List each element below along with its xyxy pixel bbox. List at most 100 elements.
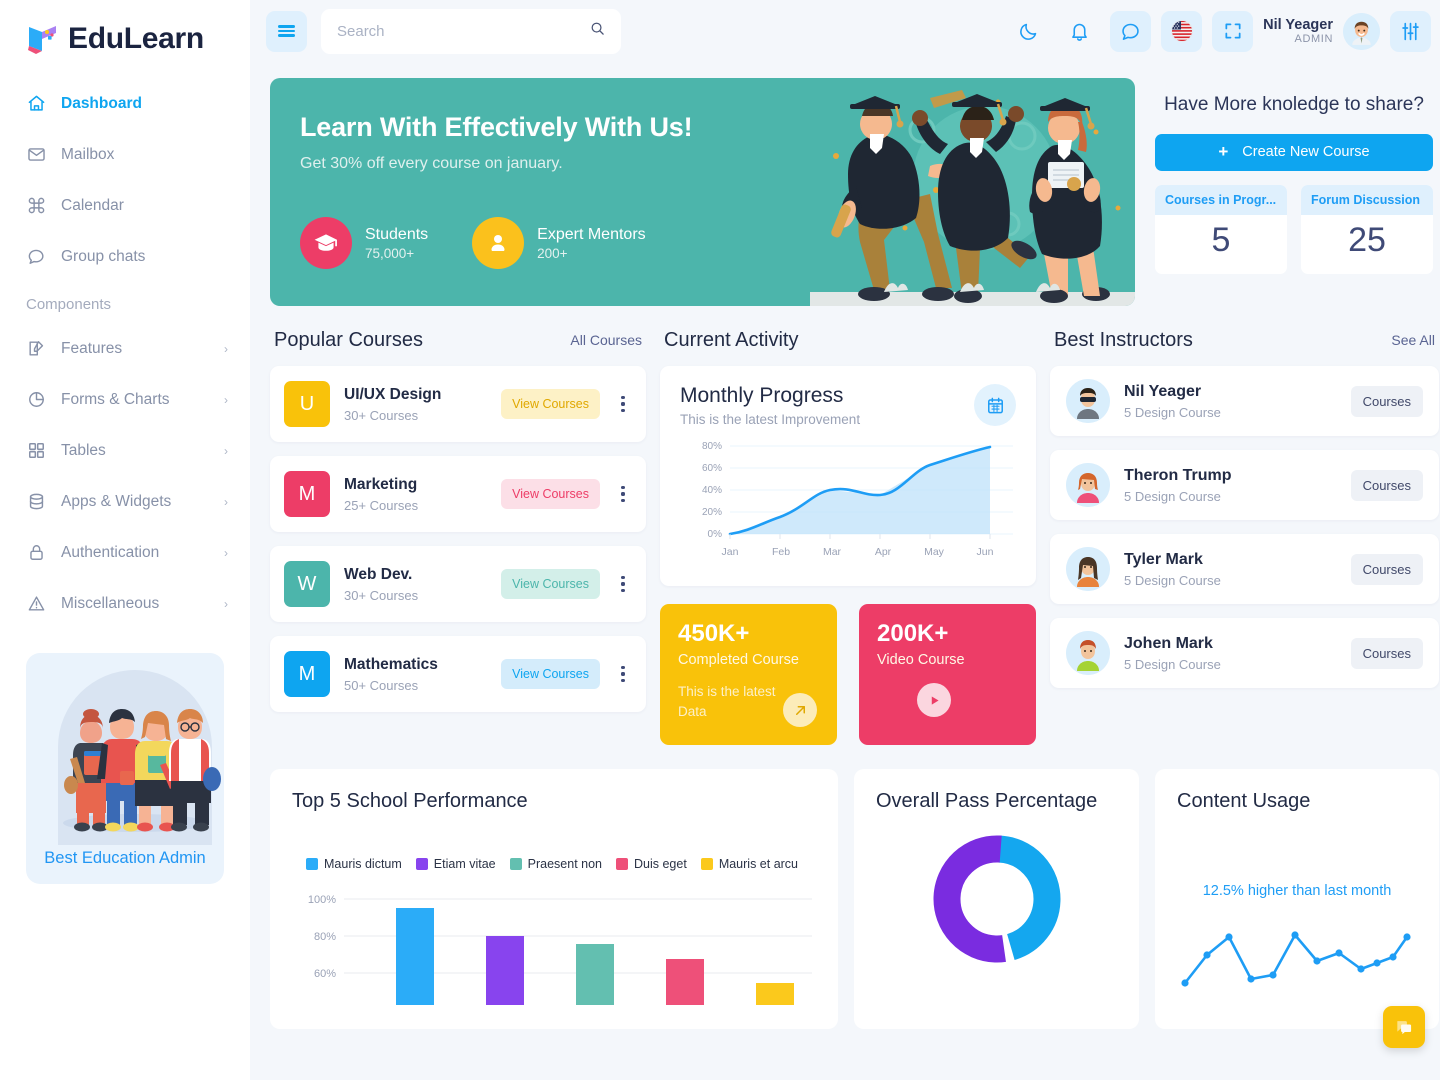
sidebar-item-mailbox[interactable]: Mailbox [0, 129, 250, 180]
popular-courses-header: Popular Courses All Courses [270, 328, 646, 366]
course-row[interactable]: M Marketing 25+ Courses View Courses [270, 456, 646, 532]
kpi-panel: Have More knoledge to share? + Create Ne… [1149, 78, 1439, 306]
topbar-actions: Nil Yeager ADMIN [1008, 10, 1439, 52]
kpi-card-forum-discussion[interactable]: Forum Discussion 25 [1301, 184, 1433, 274]
course-count: 30+ Courses [344, 587, 419, 603]
instructor-row[interactable]: Johen Mark 5 Design Course Courses [1050, 618, 1439, 688]
sidebar-item-label: Mailbox [61, 145, 115, 163]
more-options-icon[interactable] [614, 486, 632, 502]
search-icon[interactable] [590, 21, 605, 41]
sidebar-item-label: Features [61, 339, 123, 357]
mini-stat-completed-course[interactable]: 450K+ Completed Course This is the lates… [660, 604, 837, 745]
user-role: ADMIN [1294, 33, 1333, 46]
brand[interactable]: EduLearn [0, 0, 250, 62]
create-new-course-label: Create New Course [1242, 144, 1370, 161]
instructor-name: Tyler Mark [1124, 550, 1203, 568]
instructor-name: Johen Mark [1124, 634, 1213, 652]
mini-stat-video-course[interactable]: 200K+ Video Course [859, 604, 1036, 745]
legend-swatch [616, 858, 628, 870]
sidebar-item-forms-charts[interactable]: Forms & Charts › [0, 374, 250, 425]
sidebar-nav: Dashboard Mailbox Calendar Group chats C… [0, 62, 250, 629]
sidebar-item-label: Miscellaneous [61, 594, 160, 612]
courses-button[interactable]: Courses [1350, 637, 1423, 669]
create-new-course-button[interactable]: + Create New Course [1155, 133, 1433, 171]
legend-item[interactable]: Duis eget [616, 857, 687, 871]
language-flag-us-icon[interactable] [1161, 10, 1203, 52]
sidebar-item-calendar[interactable]: Calendar [0, 180, 250, 231]
instructor-courses: 5 Design Course [1124, 656, 1221, 672]
grid-icon [26, 441, 46, 461]
legend-label: Etiam vitae [433, 857, 496, 871]
mini-stat-value: 200K+ [877, 620, 949, 647]
hero-row: Learn With Effectively With Us! Get 30% … [270, 78, 1439, 306]
view-courses-button[interactable]: View Courses [501, 479, 600, 509]
legend-item[interactable]: Praesent non [509, 857, 602, 871]
chevron-right-icon: › [224, 443, 228, 458]
kpi-card-courses-in-progress[interactable]: Courses in Progr... 5 [1155, 184, 1287, 274]
instructor-row[interactable]: Nil Yeager 5 Design Course Courses [1050, 366, 1439, 436]
search-box[interactable] [321, 8, 621, 54]
sidebar-item-tables[interactable]: Tables › [0, 425, 250, 476]
svg-text:Jun: Jun [977, 546, 994, 558]
chat-support-icon[interactable] [1383, 1006, 1425, 1048]
see-all-link[interactable]: See All [1391, 332, 1435, 348]
sidebar-item-label: Dashboard [61, 94, 142, 112]
sidebar-section-components: Components [26, 296, 112, 313]
course-row[interactable]: U UI/UX Design 30+ Courses View Courses [270, 366, 646, 442]
search-input[interactable] [337, 22, 590, 40]
avatar[interactable] [1343, 12, 1380, 50]
courses-button[interactable]: Courses [1350, 385, 1423, 417]
legend-label: Mauris et arcu [718, 857, 799, 871]
content-usage-chart [1177, 913, 1417, 998]
legend-item[interactable]: Etiam vitae [415, 857, 496, 871]
course-row[interactable]: M Mathematics 50+ Courses View Courses [270, 636, 646, 712]
calendar-icon[interactable] [974, 384, 1016, 426]
legend-item[interactable]: Mauris dictum [306, 857, 402, 871]
course-badge: W [284, 561, 330, 607]
more-options-icon[interactable] [614, 576, 632, 592]
sidebar-item-apps-widgets[interactable]: Apps & Widgets › [0, 476, 250, 527]
instructor-name: Nil Yeager [1124, 382, 1202, 400]
courses-button[interactable]: Courses [1350, 469, 1423, 501]
sidebar-item-group-chats[interactable]: Group chats [0, 231, 250, 282]
instructor-row[interactable]: Tyler Mark 5 Design Course Courses [1050, 534, 1439, 604]
fullscreen-icon[interactable] [1212, 10, 1254, 52]
main-area: Nil Yeager ADMIN [250, 0, 1440, 1080]
view-courses-button[interactable]: View Courses [501, 569, 600, 599]
dark-mode-moon-icon[interactable] [1008, 11, 1049, 52]
more-options-icon[interactable] [614, 666, 632, 682]
message-chat-icon[interactable] [1110, 10, 1152, 52]
play-icon[interactable] [917, 683, 951, 717]
kpi-card-caption: Forum Discussion [1301, 184, 1433, 215]
hero-stat-label: Students [365, 225, 429, 243]
sidebar-item-authentication[interactable]: Authentication › [0, 527, 250, 578]
arrow-up-right-icon[interactable] [783, 693, 817, 727]
instructor-row[interactable]: Theron Trump 5 Design Course Courses [1050, 450, 1439, 520]
user-profile[interactable]: Nil Yeager ADMIN [1263, 12, 1380, 50]
svg-text:100%: 100% [308, 894, 336, 906]
course-row[interactable]: W Web Dev. 30+ Courses View Courses [270, 546, 646, 622]
kpi-cards: Courses in Progr... 5 Forum Discussion 2… [1155, 184, 1433, 274]
user-name: Nil Yeager [1263, 16, 1333, 33]
sidebar-item-dashboard[interactable]: Dashboard [0, 78, 250, 129]
chevron-right-icon: › [224, 494, 228, 509]
sidebar-item-features[interactable]: Features › [0, 323, 250, 374]
monthly-progress-header: Monthly Progress This is the latest Impr… [680, 384, 1016, 427]
sidebar-item-miscellaneous[interactable]: Miscellaneous › [0, 578, 250, 629]
svg-text:May: May [924, 546, 945, 558]
notification-bell-icon[interactable] [1059, 11, 1100, 52]
view-courses-button[interactable]: View Courses [501, 389, 600, 419]
sliders-settings-icon[interactable] [1390, 10, 1431, 52]
sidebar-item-label: Forms & Charts [61, 390, 170, 408]
current-activity-column: Current Activity Monthly Progress This i… [660, 328, 1036, 745]
mini-stat-label: Completed Course [678, 652, 799, 668]
legend-item[interactable]: Mauris et arcu [700, 857, 799, 871]
courses-button[interactable]: Courses [1350, 553, 1423, 585]
more-options-icon[interactable] [614, 396, 632, 412]
view-courses-button[interactable]: View Courses [501, 659, 600, 689]
course-name: UI/UX Design [344, 385, 442, 403]
hamburger-menu-icon[interactable] [266, 10, 307, 52]
instructor-courses: 5 Design Course [1124, 488, 1221, 504]
all-courses-link[interactable]: All Courses [570, 332, 642, 348]
monthly-progress-chart: 80% 60% 40% 20% 0% Jan Feb Mar Apr May Jun [680, 439, 1016, 572]
